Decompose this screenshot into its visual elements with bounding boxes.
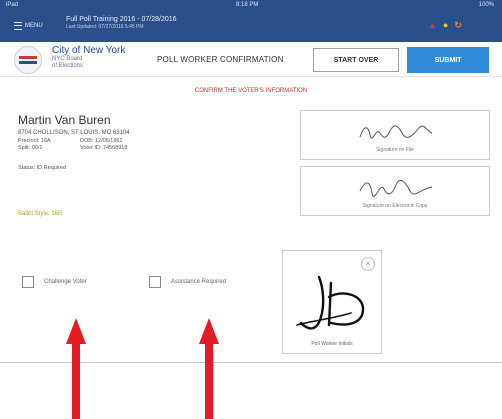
nyc-boe-logo [14,46,42,74]
assistance-required-option[interactable]: Assistance Required [149,276,226,288]
voter-dob: DOB: 12/05/1962 [80,138,123,144]
menu-label: MENU [25,23,43,29]
challenge-voter-label: Challenge Voter [44,279,87,285]
org-sub1: NYC Board [52,56,83,62]
voter-precinct: Precinct: 16A [18,138,51,144]
signature-image [359,125,433,139]
alert-icon[interactable]: ▲ [428,20,437,31]
org-name-block: City of New York NYC Board of Elections [52,45,125,70]
voter-details: Precinct: 16A DOB: 12/05/1962 Split: 00/… [18,138,160,151]
poll-worker-caption: Poll Worker Initials [311,341,353,347]
status-icons: ▲ ● ↻ [428,20,462,31]
signature-electronic-caption: Signature on Electronic Copy [362,203,428,209]
sync-icon[interactable]: ↻ [454,20,462,31]
signature-on-file: Signature on File [300,110,490,160]
page-header: City of New York NYC Board of Elections … [0,42,502,77]
poll-worker-initials-pad[interactable]: × Poll Worker Initials [282,250,382,354]
menu-button[interactable]: MENU [14,22,43,30]
clear-signature-icon[interactable]: × [361,257,375,271]
org-name: City of New York [52,45,126,56]
red-arrow-assistance [199,318,219,419]
signature-file-caption: Signature on File [376,147,414,153]
initials-drawing [296,275,365,330]
app-title-text: Full Poll Training 2016 - 07/28/2016 [66,16,177,23]
confirm-notice: CONFIRM THE VOTER'S INFORMATION [194,88,308,94]
page-title: POLL WORKER CONFIRMATION [157,55,284,64]
assistance-required-label: Assistance Required [171,279,227,285]
signal-icon[interactable]: ● [443,20,448,31]
battery-level: 100% [478,2,494,8]
clock: 8:18 PM [236,2,259,8]
submit-button[interactable]: SUBMIT [407,47,489,73]
voter-name: Martin Van Buren [18,113,111,127]
assistance-required-checkbox[interactable] [149,276,161,288]
carrier-label: iPad [6,2,19,8]
red-arrow-challenge [66,318,86,419]
voter-id: Voter ID: 74568918 [80,145,128,151]
voter-status: Status: ID Required [18,165,66,171]
last-updated: Last Updated: 07/27/2016 5:45 PM [66,24,144,30]
status-bar: iPad 8:18 PM 100% MENU Full Poll Trainin… [0,0,502,42]
signature-electronic: Signature on Electronic Copy [300,166,490,216]
app-title: Full Poll Training 2016 - 07/28/2016 Las… [66,16,177,30]
challenge-voter-checkbox[interactable] [22,276,34,288]
voter-address: 8704 CHOLLISON, ST LOUIS, MO 63104 [18,130,130,136]
signature-image [359,179,433,197]
voter-split: Split: 00/1 [18,145,43,151]
start-over-button[interactable]: START OVER [313,48,399,72]
challenge-voter-option[interactable]: Challenge Voter [22,276,87,288]
ballot-style: Ballot Style: 16R [18,211,63,217]
hamburger-icon [14,22,22,30]
org-sub2: of Elections [52,63,84,69]
